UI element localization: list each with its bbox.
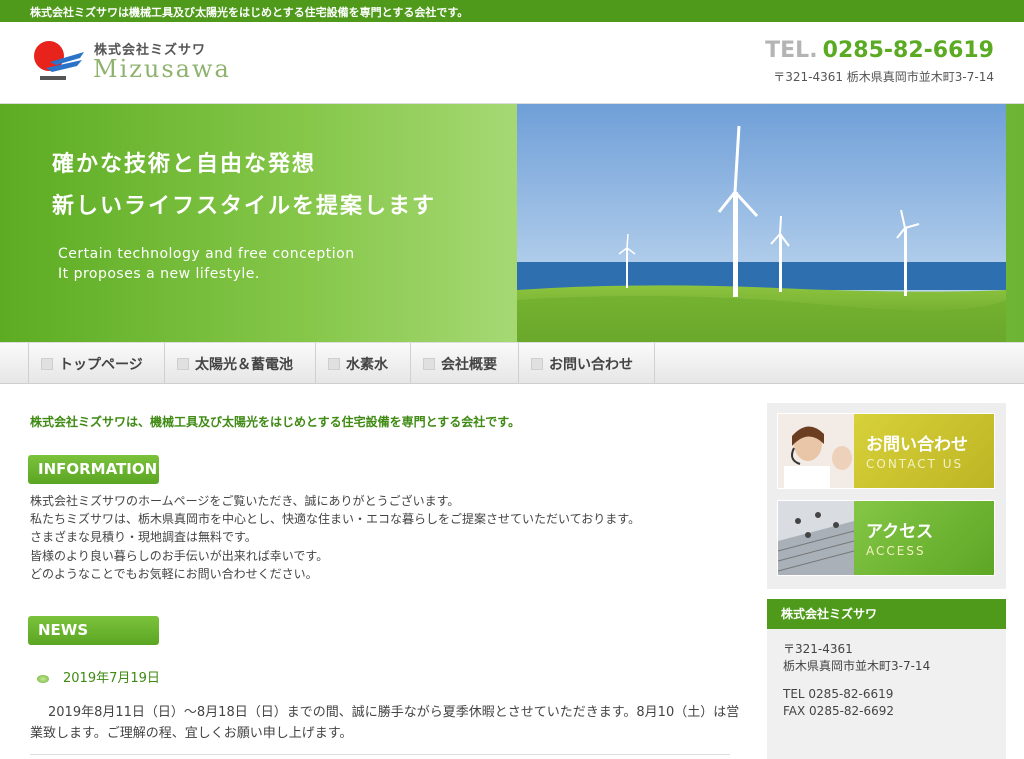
wind-turbine-photo: [517, 104, 1006, 342]
hero-copy-line2: 新しいライフスタイルを提案します: [52, 194, 437, 219]
news-body: 2019年8月11日（日）〜8月18日（日）までの間、誠に勝手ながら夏季休暇とさ…: [30, 705, 740, 741]
access-banner[interactable]: アクセス ACCESS: [777, 500, 995, 576]
nav-solar-battery[interactable]: 太陽光＆蓄電池: [164, 343, 315, 384]
contact-banner-text: お問い合わせ CONTACT US: [854, 414, 994, 488]
nav-divider: [654, 343, 655, 384]
access-banner-text: アクセス ACCESS: [854, 501, 994, 575]
nav-square-icon: [328, 357, 340, 370]
company-info-heading: 株式会社ミズサワ: [767, 599, 1006, 629]
hero-english-line2: It proposes a new lifestyle.: [58, 266, 260, 282]
nav-contact[interactable]: お問い合わせ: [518, 343, 654, 384]
news-divider: [30, 754, 730, 755]
company-address: 栃木県真岡市並木町3-7-14: [783, 659, 931, 673]
contact-banner[interactable]: お問い合わせ CONTACT US: [777, 413, 995, 489]
info-line: 株式会社ミズサワのホームページをご覧いただき、誠にありがとうございます。: [30, 494, 460, 508]
top-announcement-bar: 株式会社ミズサワは機械工具及び太陽光をはじめとする住宅設備を専門とする会社です。: [0, 0, 1024, 22]
nav-label: トップページ: [59, 356, 143, 373]
info-line: さまざまな見積り・現地調査は無料です。: [30, 530, 257, 545]
company-logo-icon[interactable]: [30, 38, 86, 84]
information-heading: INFORMATION: [28, 455, 159, 484]
access-banner-subtitle: ACCESS: [866, 544, 926, 558]
news-bullet-icon: [37, 675, 49, 683]
hero-banner: 確かな技術と自由な発想 新しいライフスタイルを提案します Certain tec…: [0, 104, 1024, 342]
nav-hydrogen-water[interactable]: 水素水: [315, 343, 410, 384]
global-nav: トップページ 太陽光＆蓄電池 水素水 会社概要 お問い合わせ: [0, 342, 1024, 384]
header-phone: TEL. 0285-82-6619: [765, 38, 994, 63]
info-line: どのようなことでもお気軽にお問い合わせください。: [30, 566, 318, 581]
nav-square-icon: [531, 357, 543, 370]
headset-operator-photo: [778, 414, 854, 488]
logo-wordmark: Mizusawa: [93, 55, 231, 83]
station-crowd-photo: [778, 501, 854, 575]
info-line: 私たちミズサワは、栃木県真岡市を中心とし、快適な住まい・エコな暮らしをご提案させ…: [30, 512, 641, 527]
company-info-body: 〒321-4361 栃木県真岡市並木町3-7-14 TEL 0285-82-66…: [767, 629, 1006, 759]
nav-label: 水素水: [346, 356, 388, 373]
nav-company-profile[interactable]: 会社概要: [410, 343, 518, 384]
access-banner-title: アクセス: [866, 522, 934, 542]
nav-top-page[interactable]: トップページ: [28, 343, 164, 384]
nav-square-icon: [41, 357, 53, 370]
header-address: 〒321-4361 栃木県真岡市並木町3-7-14: [773, 70, 994, 84]
tel-label: TEL.: [765, 38, 818, 63]
contact-banner-title: お問い合わせ: [866, 435, 968, 455]
hero-copy-line1: 確かな技術と自由な発想: [52, 152, 317, 177]
news-heading: NEWS: [28, 616, 159, 645]
company-tel: TEL 0285-82-6619: [783, 687, 894, 701]
contact-banner-subtitle: CONTACT US: [866, 457, 964, 471]
nav-label: お問い合わせ: [549, 356, 633, 373]
news-date: 2019年7月19日: [63, 671, 160, 686]
nav-label: 太陽光＆蓄電池: [195, 356, 293, 373]
info-line: 皆様のより良い暮らしのお手伝いが出来れば幸いです。: [30, 548, 329, 563]
company-postal: 〒321-4361: [783, 642, 853, 656]
intro-lead: 株式会社ミズサワは、機械工具及び太陽光をはじめとする住宅設備を専門とする会社です…: [30, 415, 521, 429]
company-fax: FAX 0285-82-6692: [783, 704, 895, 718]
tel-number: 0285-82-6619: [822, 38, 994, 63]
nav-square-icon: [177, 357, 189, 370]
nav-square-icon: [423, 357, 435, 370]
top-announcement-text: 株式会社ミズサワは機械工具及び太陽光をはじめとする住宅設備を専門とする会社です。: [30, 6, 469, 19]
site-header: 株式会社ミズサワ Mizusawa TEL. 0285-82-6619 〒321…: [0, 22, 1024, 104]
information-body: 株式会社ミズサワのホームページをご覧いただき、誠にありがとうございます。 私たち…: [30, 492, 640, 583]
hero-english-line1: Certain technology and free conception: [58, 246, 355, 262]
nav-label: 会社概要: [441, 356, 497, 373]
